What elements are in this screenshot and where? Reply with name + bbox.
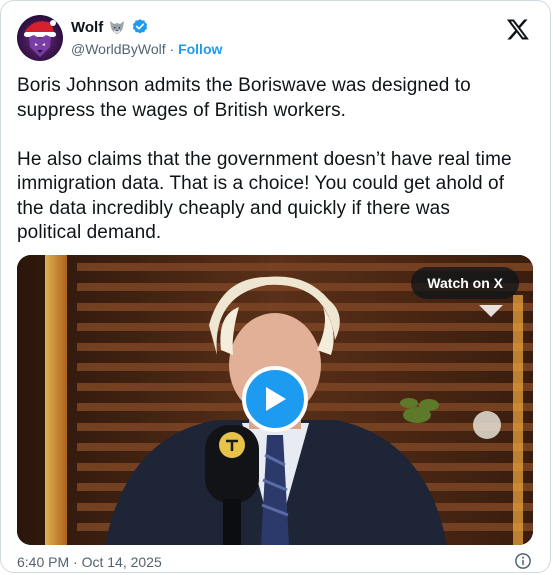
display-name[interactable]: Wolf: [71, 19, 103, 36]
verified-badge-icon: [133, 19, 148, 34]
name-row: Wolf: [71, 18, 149, 36]
handle[interactable]: @WorldByWolf: [71, 41, 166, 57]
x-logo-icon[interactable]: [506, 17, 530, 41]
play-button[interactable]: [242, 366, 308, 432]
timestamp[interactable]: 6:40 PM · Oct 14, 2025: [17, 554, 162, 570]
tweet-header: Wolf @WorldByWolf · Follow: [17, 13, 534, 63]
tweet-card: Wolf @WorldByWolf · Follow Boris Johnson…: [0, 0, 551, 573]
play-icon: [266, 387, 286, 411]
separator-dot: ·: [169, 41, 175, 57]
avatar[interactable]: [17, 15, 63, 61]
video-player[interactable]: Watch on X: [17, 255, 533, 545]
follow-button[interactable]: Follow: [178, 41, 222, 57]
watch-on-x-button[interactable]: Watch on X: [411, 267, 519, 299]
wolf-emoji-icon: [110, 21, 125, 34]
tweet-footer: 6:40 PM · Oct 14, 2025: [17, 552, 534, 572]
handle-row: @WorldByWolf · Follow: [71, 41, 222, 57]
wolf-avatar-image: [24, 20, 56, 57]
info-icon[interactable]: [514, 552, 532, 570]
tweet-text: Boris Johnson admits the Boriswave was d…: [17, 75, 512, 243]
